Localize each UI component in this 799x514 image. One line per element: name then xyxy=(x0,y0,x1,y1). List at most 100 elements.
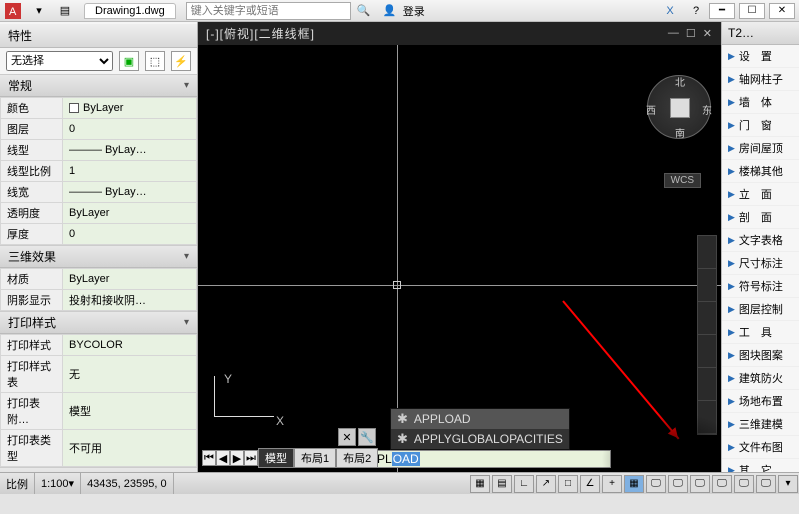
monitor3-button[interactable]: 🖵 xyxy=(690,475,710,493)
cmd-close-icon[interactable]: ✕ xyxy=(338,428,356,446)
view-cube[interactable]: 北 南 西 东 xyxy=(647,75,711,139)
palette-item[interactable]: ▶尺寸标注 xyxy=(722,252,799,275)
palette-item[interactable]: ▶工 具 xyxy=(722,321,799,344)
table-row: 线型比例1 xyxy=(1,161,197,182)
palette-item[interactable]: ▶门 窗 xyxy=(722,114,799,137)
table-row: 颜色ByLayer xyxy=(1,98,197,119)
tab-layout2[interactable]: 布局2 xyxy=(336,448,378,468)
tab-next-icon[interactable]: ▶ xyxy=(230,450,244,466)
close-button[interactable]: ✕ xyxy=(769,3,795,19)
triangle-icon: ▶ xyxy=(728,465,735,473)
palette-item[interactable]: ▶ 立 面 xyxy=(722,183,799,206)
palette-item[interactable]: ▶设 置 xyxy=(722,45,799,68)
minimize-button[interactable]: ━ xyxy=(709,3,735,19)
search-input[interactable] xyxy=(186,2,351,20)
search-icon[interactable]: 🔍 xyxy=(353,2,375,20)
palette-item[interactable]: ▶图块图案 xyxy=(722,344,799,367)
section-general[interactable]: 常规▾ xyxy=(0,74,197,97)
palette-item[interactable]: ▶建筑防火 xyxy=(722,367,799,390)
user-icon[interactable]: 👤 xyxy=(379,2,401,20)
login-label[interactable]: 登录 xyxy=(403,3,425,19)
palette-item[interactable]: ▶剖 面 xyxy=(722,206,799,229)
tab-last-icon[interactable]: ⏭ xyxy=(244,450,258,466)
section-print[interactable]: 打印样式▾ xyxy=(0,311,197,334)
table-row: 阴影显示投射和接收阴… xyxy=(1,290,197,311)
palette-item-label: 门 窗 xyxy=(739,117,772,133)
maximize-button[interactable]: ☐ xyxy=(739,3,765,19)
snap-button[interactable]: ▦ xyxy=(470,475,490,493)
palette-item-label: 立 面 xyxy=(739,186,772,202)
section-fx[interactable]: 三维效果▾ xyxy=(0,245,197,268)
tab-first-icon[interactable]: ⏮ xyxy=(202,450,216,466)
exchange-icon[interactable]: X xyxy=(659,2,681,20)
viewport-close-icon[interactable]: ✕ xyxy=(703,27,713,40)
tab-prev-icon[interactable]: ◀ xyxy=(216,450,230,466)
palette-item[interactable]: ▶ 文件布图 xyxy=(722,436,799,459)
monitor6-button[interactable]: 🖵 xyxy=(756,475,776,493)
palette-item-label: 工 具 xyxy=(739,324,772,340)
customize-icon[interactable]: ▾ xyxy=(778,475,798,493)
palette-item[interactable]: ▶墙 体 xyxy=(722,91,799,114)
grid-button[interactable]: ▤ xyxy=(492,475,512,493)
tab-layout1[interactable]: 布局1 xyxy=(294,448,336,468)
quick-select-icon[interactable]: ⚡ xyxy=(171,51,191,71)
doc-tab[interactable]: Drawing1.dwg xyxy=(84,3,176,19)
suggest-item[interactable]: ✱APPLOAD xyxy=(391,409,569,429)
drawing-canvas[interactable]: Y X 北 南 西 东 WCS ✱APPLOAD ✱APPLYGLOBALOPA… xyxy=(198,45,721,472)
command-line[interactable]: >_ APPLOAD xyxy=(338,450,611,468)
palette-item[interactable]: ▶房间屋顶 xyxy=(722,137,799,160)
palette-item[interactable]: ▶文字表格 xyxy=(722,229,799,252)
view-label[interactable]: [-][俯视][二维线框] xyxy=(206,25,315,42)
triangle-icon: ▶ xyxy=(728,442,735,453)
cmd-tool-icon[interactable]: 🔧 xyxy=(358,428,376,446)
table-row: 打印样式BYCOLOR xyxy=(1,335,197,356)
palette-item-label: 文件布图 xyxy=(739,439,783,455)
palette-item-label: 楼梯其他 xyxy=(739,163,783,179)
palette-item[interactable]: ▶三维建模 xyxy=(722,413,799,436)
osnap-button[interactable]: □ xyxy=(558,475,578,493)
page-icon[interactable]: ▤ xyxy=(54,2,76,20)
section-view[interactable]: 视图▾ xyxy=(0,467,197,472)
polar-button[interactable]: ↗ xyxy=(536,475,556,493)
palette-item[interactable]: ▶其 它 xyxy=(722,459,799,472)
ortho-button[interactable]: ∟ xyxy=(514,475,534,493)
app-icon[interactable]: A xyxy=(2,2,24,20)
dynamic-button[interactable]: + xyxy=(602,475,622,493)
palette-item-label: 轴网柱子 xyxy=(739,71,783,87)
new-icon[interactable]: ▾ xyxy=(28,2,50,20)
triangle-icon: ▶ xyxy=(728,189,735,200)
table-row: 打印表类型不可用 xyxy=(1,430,197,467)
viewport-min-icon[interactable]: — xyxy=(668,27,680,40)
object-track-button[interactable]: ∠ xyxy=(580,475,600,493)
selection-dropdown[interactable]: 无选择 xyxy=(6,51,113,71)
nav-bar[interactable] xyxy=(697,235,717,435)
triangle-icon: ▶ xyxy=(728,281,735,292)
suggest-item[interactable]: ✱APPLYGLOBALOPACITIES xyxy=(391,429,569,449)
cube-top-icon[interactable] xyxy=(670,98,690,118)
table-row: 打印表附…模型 xyxy=(1,393,197,430)
wcs-badge[interactable]: WCS xyxy=(664,173,701,188)
monitor1-button[interactable]: 🖵 xyxy=(646,475,666,493)
palette-item-label: 墙 体 xyxy=(739,94,772,110)
monitor4-button[interactable]: 🖵 xyxy=(712,475,732,493)
palette-item[interactable]: ▶场地布置 xyxy=(722,390,799,413)
annotation-arrow xyxy=(562,300,679,439)
select-objects-icon[interactable]: ⬚ xyxy=(145,51,165,71)
help-icon[interactable]: ? xyxy=(685,2,707,20)
palette-item[interactable]: ▶楼梯其他 xyxy=(722,160,799,183)
palette-item[interactable]: ▶轴网柱子 xyxy=(722,68,799,91)
monitor5-button[interactable]: 🖵 xyxy=(734,475,754,493)
palette-item[interactable]: ▶符号标注 xyxy=(722,275,799,298)
palette-item-label: 文字表格 xyxy=(739,232,783,248)
palette-item-label: 三维建模 xyxy=(739,416,783,432)
selection-button[interactable]: ▦ xyxy=(624,475,644,493)
monitor2-button[interactable]: 🖵 xyxy=(668,475,688,493)
keyword-search[interactable] xyxy=(186,2,351,20)
tab-model[interactable]: 模型 xyxy=(258,448,294,468)
gear-icon: ✱ xyxy=(397,431,408,447)
viewport-max-icon[interactable]: ☐ xyxy=(686,27,697,40)
autocomplete-popup: ✱APPLOAD ✱APPLYGLOBALOPACITIES xyxy=(390,408,570,450)
pickadd-icon[interactable]: ▣ xyxy=(119,51,139,71)
scale-dropdown[interactable]: 1:100 ▾ xyxy=(35,473,81,494)
palette-item[interactable]: ▶图层控制 xyxy=(722,298,799,321)
